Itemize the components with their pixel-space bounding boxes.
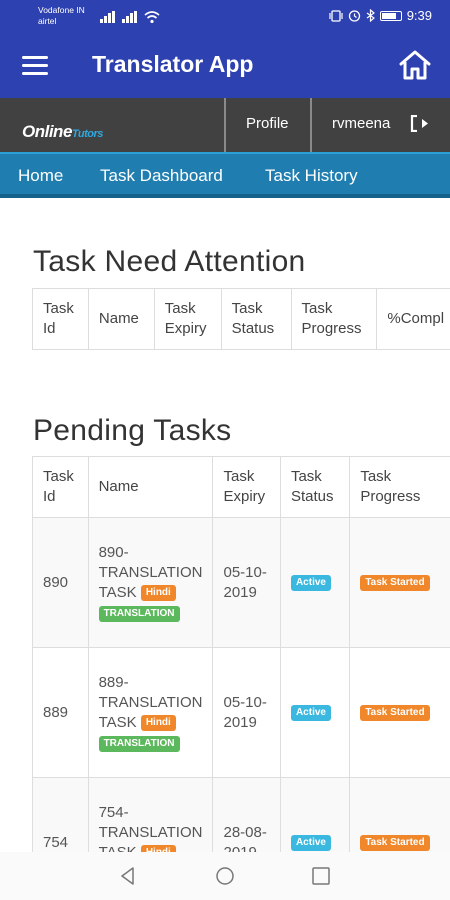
type-badge: TRANSLATION bbox=[98, 735, 180, 752]
column-header: Task Expiry bbox=[153, 288, 222, 350]
divider bbox=[310, 98, 312, 152]
back-icon[interactable] bbox=[118, 866, 138, 886]
nav-task-dashboard[interactable]: Task Dashboard bbox=[100, 166, 223, 186]
status-badge: Active bbox=[290, 705, 331, 722]
brand-bar: OnlineTutors Profile rvmeena bbox=[0, 98, 450, 152]
task-status-cell: Active bbox=[279, 517, 351, 648]
clock: 9:39 bbox=[406, 8, 432, 23]
column-header: Task Status bbox=[220, 288, 292, 350]
table-row[interactable]: 890 890-TRANSLATION TASK Hindi TRANSLATI… bbox=[32, 517, 450, 648]
task-progress-cell: Task Started bbox=[349, 647, 450, 778]
column-header: Name bbox=[87, 288, 155, 350]
username: rvmeena bbox=[332, 115, 391, 132]
pending-title: Pending Tasks bbox=[33, 414, 232, 447]
nav-task-history[interactable]: Task History bbox=[265, 166, 358, 186]
progress-badge: Task Started bbox=[360, 835, 430, 852]
divider bbox=[224, 98, 226, 152]
task-id: 890 bbox=[32, 517, 89, 648]
column-header: %Compl bbox=[376, 288, 450, 350]
vibrate-icon bbox=[329, 9, 343, 22]
column-header: Task Status bbox=[279, 456, 351, 518]
recents-icon[interactable] bbox=[311, 866, 331, 886]
wifi-icon bbox=[144, 11, 160, 23]
task-name-cell: 889-TRANSLATION TASK Hindi TRANSLATION bbox=[87, 647, 214, 778]
progress-badge: Task Started bbox=[360, 705, 430, 722]
logo: OnlineTutors bbox=[22, 122, 103, 142]
app-bar: Translator App bbox=[0, 34, 450, 98]
table-header-row: Task Id Name Task Expiry Task Status Tas… bbox=[32, 456, 450, 518]
bluetooth-icon bbox=[366, 9, 375, 22]
signal-icon-2 bbox=[122, 11, 137, 23]
status-icons: 9:39 bbox=[329, 8, 432, 23]
logo-accent: Tutors bbox=[71, 128, 104, 140]
carrier-name-1: Vodafone IN bbox=[38, 5, 85, 15]
home-button-icon[interactable] bbox=[215, 866, 235, 886]
nav-bar: Home Task Dashboard Task History bbox=[0, 152, 450, 198]
pending-table: Task Id Name Task Expiry Task Status Tas… bbox=[32, 456, 450, 900]
column-header: Task Expiry bbox=[212, 456, 281, 518]
column-header: Task Id bbox=[32, 456, 89, 518]
carrier-labels: Vodafone IN airtel bbox=[38, 5, 85, 27]
language-badge: Hindi bbox=[140, 584, 176, 601]
task-expiry: 05-10-2019 bbox=[212, 647, 281, 778]
system-nav-bar bbox=[0, 852, 450, 900]
carrier-name-2: airtel bbox=[38, 16, 57, 26]
screen: Vodafone IN airtel 9:39 Translator App O… bbox=[0, 0, 450, 900]
task-progress-cell: Task Started bbox=[349, 517, 450, 648]
profile-link[interactable]: Profile bbox=[246, 115, 289, 132]
nav-home[interactable]: Home bbox=[18, 166, 63, 186]
home-icon[interactable] bbox=[398, 49, 432, 81]
column-header: Task Id bbox=[32, 288, 89, 350]
battery-icon bbox=[379, 10, 402, 21]
type-badge: TRANSLATION bbox=[98, 605, 180, 622]
logo-text: Online bbox=[22, 122, 72, 141]
status-bar: Vodafone IN airtel 9:39 bbox=[0, 0, 450, 34]
table-row[interactable]: 889 889-TRANSLATION TASK Hindi TRANSLATI… bbox=[32, 647, 450, 778]
column-header: Name bbox=[87, 456, 214, 518]
column-header: Task Progress bbox=[349, 456, 450, 518]
task-name-cell: 890-TRANSLATION TASK Hindi TRANSLATION bbox=[87, 517, 214, 648]
column-header: Task Progress bbox=[290, 288, 378, 350]
progress-badge: Task Started bbox=[360, 575, 430, 592]
status-badge: Active bbox=[290, 575, 331, 592]
language-badge: Hindi bbox=[140, 714, 176, 731]
attention-title: Task Need Attention bbox=[33, 245, 306, 278]
task-status-cell: Active bbox=[279, 647, 351, 778]
signal-icon bbox=[100, 11, 115, 23]
status-badge: Active bbox=[290, 835, 331, 852]
task-expiry: 05-10-2019 bbox=[212, 517, 281, 648]
app-title: Translator App bbox=[92, 51, 254, 77]
logout-icon[interactable] bbox=[410, 115, 429, 132]
alarm-icon bbox=[348, 10, 360, 22]
task-id: 889 bbox=[32, 647, 89, 778]
attention-table: Task Id Name Task Expiry Task Status Tas… bbox=[32, 288, 450, 350]
hamburger-menu-icon[interactable] bbox=[22, 56, 48, 76]
table-header-row: Task Id Name Task Expiry Task Status Tas… bbox=[32, 288, 450, 350]
